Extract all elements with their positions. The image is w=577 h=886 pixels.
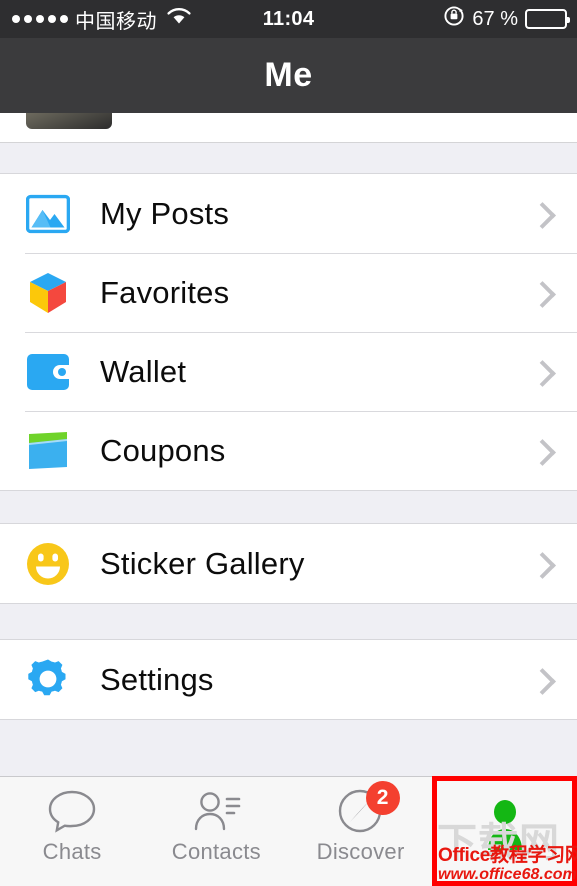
navigation-bar: Me xyxy=(0,38,577,113)
page-title: Me xyxy=(264,56,313,94)
chevron-right-icon xyxy=(529,280,556,308)
list-section-3: Settings xyxy=(0,640,577,719)
favorites-cube-icon xyxy=(25,270,71,316)
discover-badge: 2 xyxy=(365,780,400,815)
section-gap xyxy=(0,603,577,640)
contacts-person-icon xyxy=(188,785,244,837)
list-section-2: Sticker Gallery xyxy=(0,524,577,603)
list-item-wallet[interactable]: Wallet xyxy=(0,332,577,411)
photos-icon xyxy=(25,191,71,237)
chevron-right-icon xyxy=(529,667,556,695)
list-item-favorites[interactable]: Favorites xyxy=(0,253,577,332)
list-item-settings[interactable]: Settings xyxy=(0,640,577,719)
chevron-right-icon xyxy=(529,438,556,466)
tab-contacts[interactable]: Contacts xyxy=(144,777,288,886)
tab-discover[interactable]: 2 Discover xyxy=(289,777,433,886)
tab-label: Contacts xyxy=(171,838,261,864)
sticker-smiley-icon xyxy=(25,541,71,587)
list-item-coupons[interactable]: Coupons xyxy=(0,411,577,490)
chevron-right-icon xyxy=(529,359,556,387)
list-item-label: Settings xyxy=(100,661,214,697)
avatar[interactable] xyxy=(26,113,112,129)
battery-icon xyxy=(525,9,570,29)
section-gap xyxy=(0,719,577,774)
settings-gear-icon xyxy=(25,657,71,703)
wallet-icon xyxy=(25,349,71,395)
list-item-label: My Posts xyxy=(100,195,230,231)
tab-me[interactable] xyxy=(433,777,577,886)
battery-percentage: 67 % xyxy=(472,7,518,30)
tab-label: Chats xyxy=(42,838,102,864)
compass-icon: 2 xyxy=(336,780,400,837)
list-item-my-posts[interactable]: My Posts xyxy=(0,174,577,253)
tab-chats[interactable]: Chats xyxy=(0,777,144,886)
list-item-sticker-gallery[interactable]: Sticker Gallery xyxy=(0,524,577,603)
section-gap xyxy=(0,143,577,174)
chat-bubble-icon xyxy=(46,785,98,837)
list-item-label: Favorites xyxy=(100,274,230,310)
tab-bar: Chats Contacts 2 Discover xyxy=(0,776,577,886)
person-filled-icon xyxy=(479,798,531,850)
list-section-1: My Posts Favorites Wallet Coupons xyxy=(0,174,577,490)
tab-label: Discover xyxy=(316,838,405,864)
list-item-label: Wallet xyxy=(100,353,187,389)
rotation-lock-icon xyxy=(443,5,465,33)
phone-screen: 中国移动 11:04 67 % Me My Posts Favorites Wa… xyxy=(0,0,577,886)
chevron-right-icon xyxy=(529,201,556,229)
status-bar-right: 67 % xyxy=(443,5,570,33)
status-bar: 中国移动 11:04 67 % xyxy=(0,0,577,38)
chevron-right-icon xyxy=(529,551,556,579)
settings-list[interactable]: My Posts Favorites Wallet Coupons Sticke… xyxy=(0,113,577,776)
list-item-label: Sticker Gallery xyxy=(100,545,305,581)
section-gap xyxy=(0,490,577,524)
coupons-icon xyxy=(25,428,71,474)
profile-row-partial[interactable] xyxy=(0,113,577,143)
list-item-label: Coupons xyxy=(100,432,226,468)
